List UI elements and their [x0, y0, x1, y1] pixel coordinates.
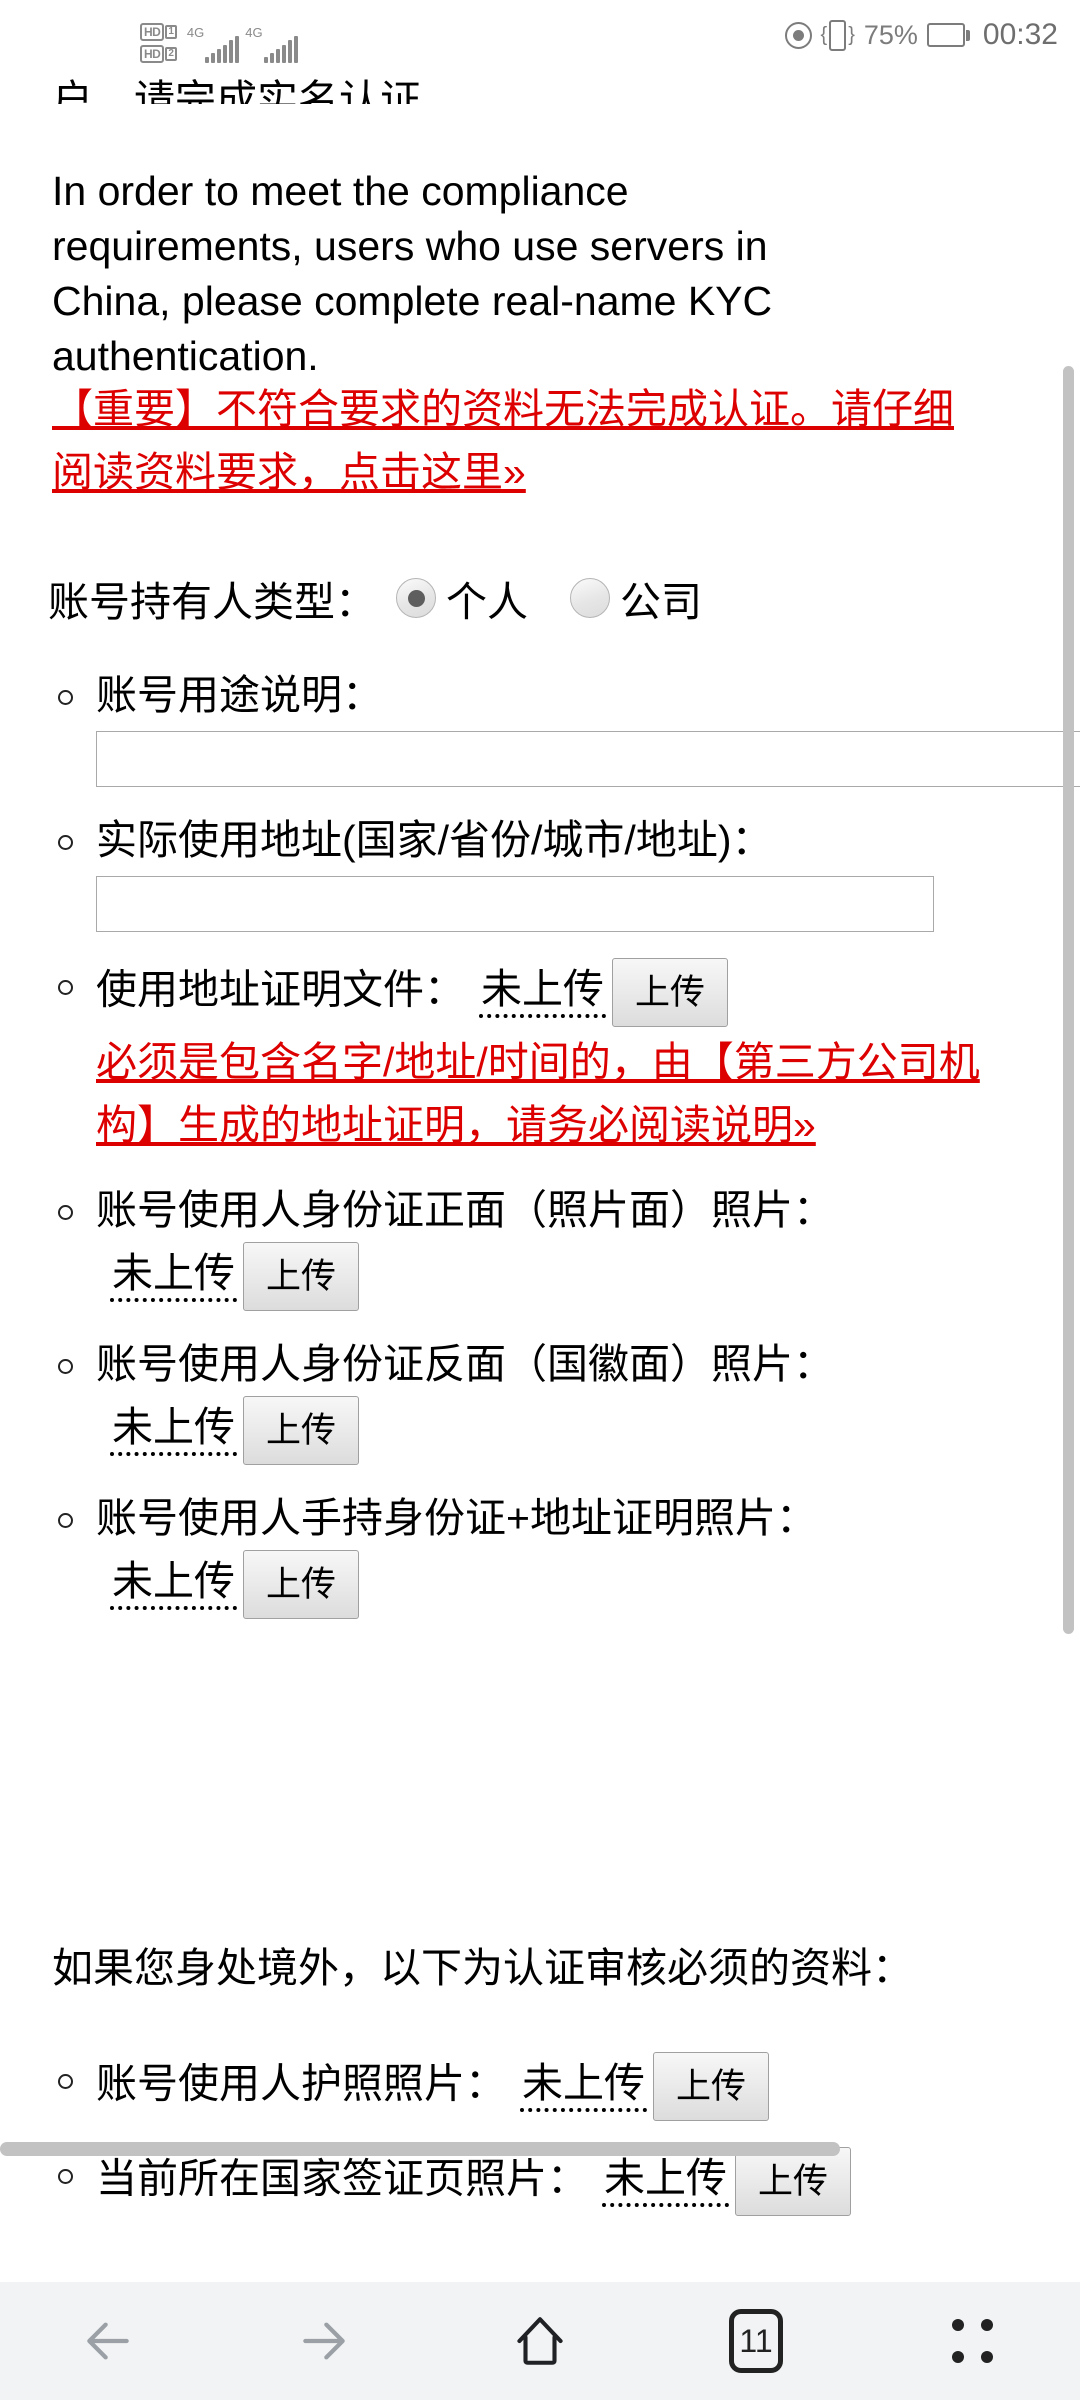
horizontal-scrollbar[interactable]	[0, 2142, 840, 2156]
network-type-2-label: 4G	[245, 25, 263, 40]
sim2-hd-icon: HD 2	[140, 45, 177, 63]
upload-button-passport[interactable]: 上传	[653, 2052, 770, 2121]
field-actual-address: 实际使用地址(国家/省份/城市/地址)：	[58, 813, 1080, 932]
tab-count-icon: 11	[729, 2309, 783, 2373]
sim-indicators: HD 1 HD 2	[140, 23, 177, 63]
battery-icon	[926, 23, 970, 47]
upload-button-id-back[interactable]: 上传	[243, 1396, 360, 1465]
sim1-index-label: 1	[165, 25, 177, 39]
field-label-account-purpose: 账号用途说明：	[96, 672, 383, 718]
english-compliance-paragraph: In order to meet the compliance requirem…	[52, 168, 773, 379]
address-proof-requirement-link[interactable]: 必须是包含名字/地址/时间的，由【第三方公司机构】生成的地址证明，请务必阅读说明…	[96, 1031, 1014, 1157]
account-holder-type-label: 账号持有人类型：	[48, 579, 376, 625]
radio-individual[interactable]	[396, 578, 436, 618]
account-purpose-input[interactable]	[96, 731, 1080, 787]
account-holder-type-row: 账号持有人类型： 个人 公司	[48, 568, 744, 628]
status-bar: HD 1 HD 2 4G 4G {} 75% 00:32	[0, 0, 1080, 78]
important-requirements-link[interactable]: 【重要】不符合要求的资料无法完成认证。请仔细阅读资料要求，点击这里»	[52, 378, 970, 504]
field-label-visa-page: 当前所在国家签证页照片：	[96, 2155, 588, 2202]
signal-indicator-1: 4G	[186, 23, 240, 63]
actual-address-input[interactable]	[96, 876, 934, 932]
handheld-id-upload-row: 未上传 上传	[96, 1550, 1080, 1619]
forward-button[interactable]	[264, 2282, 384, 2400]
field-passport: 账号使用人护照照片： 未上传 上传	[58, 2052, 1080, 2121]
sim2-hd-label: HD	[140, 45, 165, 63]
kyc-field-list: 账号用途说明： 实际使用地址(国家/省份/城市/地址)： 使用地址证明文件： 未上…	[0, 668, 1080, 1645]
field-label-handheld-id: 账号使用人手持身份证+地址证明照片：	[96, 1495, 817, 1541]
back-arrow-icon	[87, 2322, 129, 2360]
field-visa-page: 当前所在国家签证页照片： 未上传 上传	[58, 2147, 1080, 2216]
network-type-1-label: 4G	[186, 25, 205, 40]
field-id-front: 账号使用人身份证正面（照片面）照片： 未上传 上传	[58, 1183, 1080, 1311]
id-front-upload-row: 未上传 上传	[96, 1242, 1080, 1311]
field-label-id-back: 账号使用人身份证反面（国徽面）照片：	[96, 1341, 834, 1387]
radio-option-company[interactable]: 公司	[570, 568, 702, 628]
browser-bottom-toolbar: 11	[0, 2282, 1080, 2400]
menu-button[interactable]	[912, 2282, 1032, 2400]
tabs-button[interactable]: 11	[696, 2282, 816, 2400]
home-button[interactable]	[480, 2282, 600, 2400]
field-id-back: 账号使用人身份证反面（国徽面）照片： 未上传 上传	[58, 1337, 1080, 1465]
signal-bars-1-icon	[205, 36, 240, 63]
status-id-front: 未上传	[110, 1250, 237, 1303]
sim1-hd-icon: HD 1	[140, 23, 177, 41]
status-handheld-id: 未上传	[110, 1558, 237, 1611]
id-back-upload-row: 未上传 上传	[96, 1396, 1080, 1465]
radio-individual-label: 个人	[446, 579, 528, 625]
radio-option-individual[interactable]: 个人	[396, 568, 528, 628]
status-bar-left: HD 1 HD 2 4G 4G	[140, 16, 298, 70]
upload-button-visa-page[interactable]: 上传	[735, 2147, 852, 2216]
status-address-proof-doc: 未上传	[479, 966, 606, 1019]
upload-button-id-front[interactable]: 上传	[243, 1242, 360, 1311]
status-passport: 未上传	[520, 2060, 647, 2113]
sim2-index-label: 2	[165, 47, 177, 61]
upload-button-address-proof-doc[interactable]: 上传	[612, 958, 729, 1027]
sim1-hd-label: HD	[140, 23, 165, 41]
upload-button-handheld-id[interactable]: 上传	[243, 1550, 360, 1619]
radio-company[interactable]	[570, 578, 610, 618]
status-visa-page: 未上传	[602, 2155, 729, 2208]
status-bar-right: {} 75% 00:32	[784, 18, 1058, 52]
overseas-paragraph: 如果您身处境外，以下为认证审核必须的资料：	[52, 1945, 913, 1991]
vertical-scrollbar[interactable]	[1063, 366, 1074, 1634]
home-icon	[517, 2317, 563, 2365]
field-label-actual-address: 实际使用地址(国家/省份/城市/地址)：	[96, 817, 773, 863]
browser-page-viewport[interactable]: 户，请完成实名认证。 In order to meet the complian…	[0, 0, 1080, 2282]
forward-arrow-icon	[303, 2322, 345, 2360]
signal-bars-2-icon	[263, 36, 298, 63]
field-address-proof-doc: 使用地址证明文件： 未上传 上传 必须是包含名字/地址/时间的，由【第三方公司机构】…	[58, 958, 1080, 1157]
field-label-id-front: 账号使用人身份证正面（照片面）照片：	[96, 1187, 834, 1233]
battery-percent-label: 75%	[863, 19, 918, 50]
vibrate-icon: {}	[821, 19, 855, 51]
eye-protection-icon	[784, 21, 812, 49]
signal-indicator-2: 4G	[245, 23, 298, 63]
field-account-purpose: 账号用途说明：	[58, 668, 1080, 787]
menu-icon	[949, 2315, 995, 2367]
field-handheld-id: 账号使用人手持身份证+地址证明照片： 未上传 上传	[58, 1491, 1080, 1619]
clock-label: 00:32	[982, 18, 1058, 51]
back-button[interactable]	[48, 2282, 168, 2400]
field-label-address-proof-doc: 使用地址证明文件：	[96, 966, 465, 1013]
radio-company-label: 公司	[620, 579, 702, 625]
field-label-passport: 账号使用人护照照片：	[96, 2060, 506, 2107]
status-id-back: 未上传	[110, 1404, 237, 1457]
